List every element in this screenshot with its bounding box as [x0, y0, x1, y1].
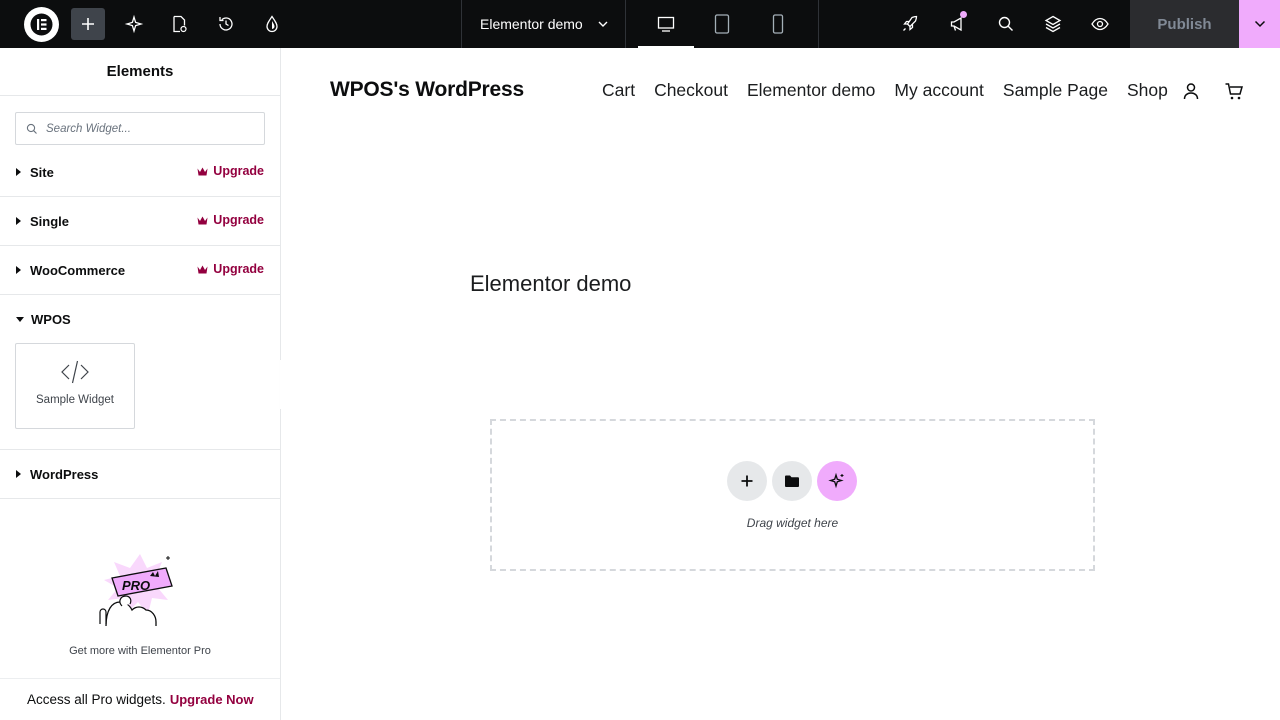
ai-button[interactable]: [117, 8, 151, 40]
nav-item-elementor-demo[interactable]: Elementor demo: [747, 80, 875, 101]
sparkle-icon: [124, 14, 144, 34]
category-label: WooCommerce: [30, 262, 126, 278]
category-label: Single: [30, 213, 70, 229]
crown-icon: [197, 167, 208, 175]
search-widget-input[interactable]: [46, 122, 246, 135]
notification-dot: [960, 11, 967, 18]
category-wpos[interactable]: WPOS: [0, 295, 280, 344]
drop-icon: [266, 15, 278, 33]
elements-panel: Elements Site Upgrade Single Upgrade Woo…: [0, 48, 281, 720]
caret-right-icon: [16, 168, 21, 176]
folder-icon: [785, 475, 799, 487]
category-wordpress[interactable]: WordPress: [0, 450, 280, 499]
upgrade-label: Upgrade: [213, 164, 264, 178]
code-icon: [61, 360, 89, 384]
search-button[interactable]: [989, 8, 1023, 40]
page-settings-button[interactable]: [162, 8, 196, 40]
caret-right-icon: [16, 470, 21, 478]
user-icon[interactable]: [1181, 81, 1201, 101]
layers-icon: [1044, 15, 1062, 33]
nav-item-my-account[interactable]: My account: [894, 80, 983, 101]
rocket-icon: [903, 15, 918, 31]
drop-zone-label: Drag widget here: [746, 516, 839, 530]
document-title: Elementor demo: [480, 16, 583, 32]
plus-icon: [741, 475, 753, 487]
upgrade-link[interactable]: Upgrade: [197, 262, 264, 276]
site-navigation: Cart Checkout Elementor demo My account …: [602, 80, 1187, 101]
widget-search: [15, 112, 265, 145]
upgrade-link[interactable]: Upgrade: [197, 164, 264, 178]
cart-icon[interactable]: [1224, 81, 1244, 101]
site-settings-button[interactable]: [255, 8, 289, 40]
panel-title: Elements: [0, 48, 280, 96]
nav-item-sample-page[interactable]: Sample Page: [1003, 80, 1108, 101]
history-icon: [219, 17, 233, 31]
pro-illustration-text: PRO: [122, 578, 150, 593]
elementor-logo-icon[interactable]: [24, 7, 59, 42]
caret-right-icon: [16, 217, 21, 225]
crown-icon: [197, 265, 208, 273]
page-heading[interactable]: Elementor demo: [470, 271, 631, 297]
pro-access-bar: Access all Pro widgets. Upgrade Now: [0, 678, 280, 720]
publish-button[interactable]: Publish: [1130, 0, 1239, 48]
publish-options-button[interactable]: [1239, 0, 1280, 48]
header-icons: [1181, 81, 1244, 101]
pro-promo: PRO Get more with Elementor Pro: [0, 548, 280, 657]
crown-icon: [197, 216, 208, 224]
ai-generate-button[interactable]: [817, 461, 857, 501]
history-button[interactable]: [209, 8, 243, 40]
document-selector[interactable]: Elementor demo: [461, 0, 626, 48]
eye-icon: [1091, 17, 1109, 31]
category-label: WordPress: [30, 466, 99, 482]
sample-widget-card[interactable]: Sample Widget: [15, 343, 135, 429]
upgrade-label: Upgrade: [213, 262, 264, 276]
category-woocommerce[interactable]: WooCommerce Upgrade: [0, 246, 280, 295]
preview-button[interactable]: [1083, 8, 1117, 40]
structure-button[interactable]: [1036, 8, 1070, 40]
category-label: WPOS: [31, 312, 71, 327]
add-template-button[interactable]: [772, 461, 812, 501]
nav-item-shop[interactable]: Shop: [1127, 80, 1168, 101]
drop-zone-actions: [727, 461, 862, 501]
preview-canvas: WPOS's WordPress Cart Checkout Elementor…: [281, 48, 1280, 720]
sparkle-icon: [828, 472, 844, 489]
notifications-button[interactable]: [941, 8, 975, 40]
caret-down-icon: [16, 317, 24, 322]
upgrade-now-link[interactable]: Upgrade Now: [170, 692, 254, 707]
search-icon: [26, 123, 37, 134]
category-label: Site: [30, 164, 54, 180]
desktop-icon: [657, 16, 675, 32]
plus-icon: [82, 18, 94, 30]
mobile-view-button[interactable]: [750, 0, 806, 48]
nav-item-cart[interactable]: Cart: [602, 80, 635, 101]
promo-text: Get more with Elementor Pro: [69, 645, 211, 657]
nav-item-checkout[interactable]: Checkout: [654, 80, 728, 101]
desktop-view-button[interactable]: [638, 0, 694, 48]
tablet-view-button[interactable]: [694, 0, 750, 48]
caret-right-icon: [16, 266, 21, 274]
search-icon: [998, 16, 1013, 31]
divider: [818, 0, 819, 48]
add-section-button[interactable]: [727, 461, 767, 501]
widget-label: Sample Widget: [36, 394, 114, 406]
upgrade-link[interactable]: Upgrade: [197, 213, 264, 227]
category-single[interactable]: Single Upgrade: [0, 197, 280, 246]
upgrade-label: Upgrade: [213, 213, 264, 227]
chevron-down-icon: [1254, 20, 1265, 28]
top-bar: Elementor demo Publish: [0, 0, 1280, 48]
empty-drop-zone[interactable]: Drag widget here: [490, 419, 1095, 571]
mobile-icon: [772, 14, 784, 34]
page-settings-icon: [173, 15, 187, 33]
chevron-down-icon: [598, 21, 608, 27]
add-element-button[interactable]: [71, 8, 105, 40]
site-title[interactable]: WPOS's WordPress: [330, 78, 524, 102]
category-site[interactable]: Site Upgrade: [0, 148, 280, 197]
promo-bar-text: Access all Pro widgets.: [27, 692, 166, 707]
pro-illustration-icon: PRO: [99, 554, 173, 627]
launch-button[interactable]: [893, 8, 927, 40]
tablet-icon: [714, 14, 730, 34]
